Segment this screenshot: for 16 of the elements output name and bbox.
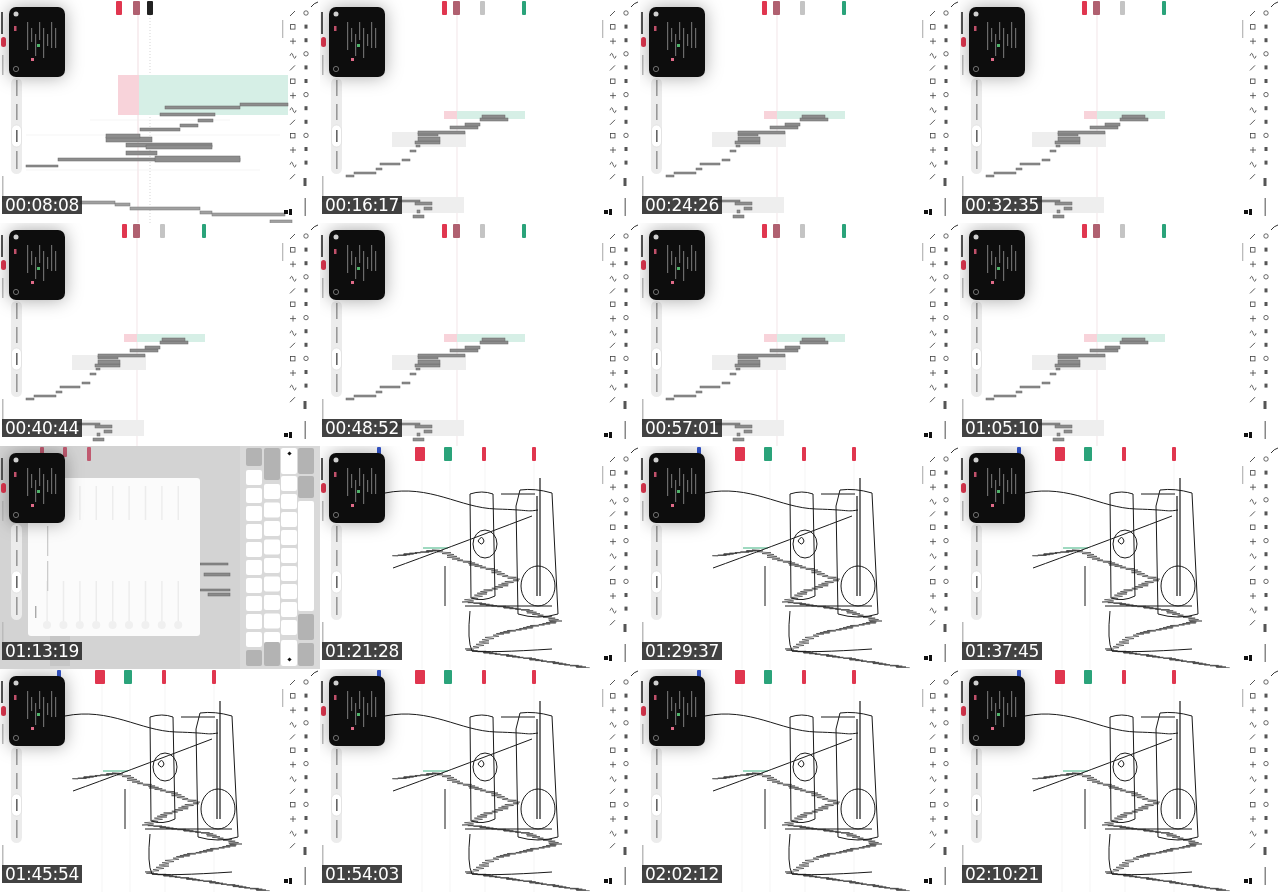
timestamp-label: 00:48:52 (322, 419, 402, 437)
timestamp-label: 01:45:54 (2, 865, 82, 883)
timestamp-label: 01:21:28 (322, 642, 402, 660)
timestamp-label: 01:37:45 (962, 642, 1042, 660)
timestamp-label: 00:24:26 (642, 196, 722, 214)
timestamp-label: 01:29:37 (642, 642, 722, 660)
timestamp-label: 00:40:44 (2, 419, 82, 437)
timestamp-label: 01:54:03 (322, 865, 402, 883)
timestamp-label: 01:05:10 (962, 419, 1042, 437)
timestamp-label: 02:10:21 (962, 865, 1042, 883)
timestamp-label: 00:57:01 (642, 419, 722, 437)
timestamp-label: 00:32:35 (962, 196, 1042, 214)
timestamp-label: 01:13:19 (2, 642, 82, 660)
timestamp-label: 00:08:08 (2, 196, 82, 214)
timestamp-label: 02:02:12 (642, 865, 722, 883)
timestamp-label: 00:16:17 (322, 196, 402, 214)
